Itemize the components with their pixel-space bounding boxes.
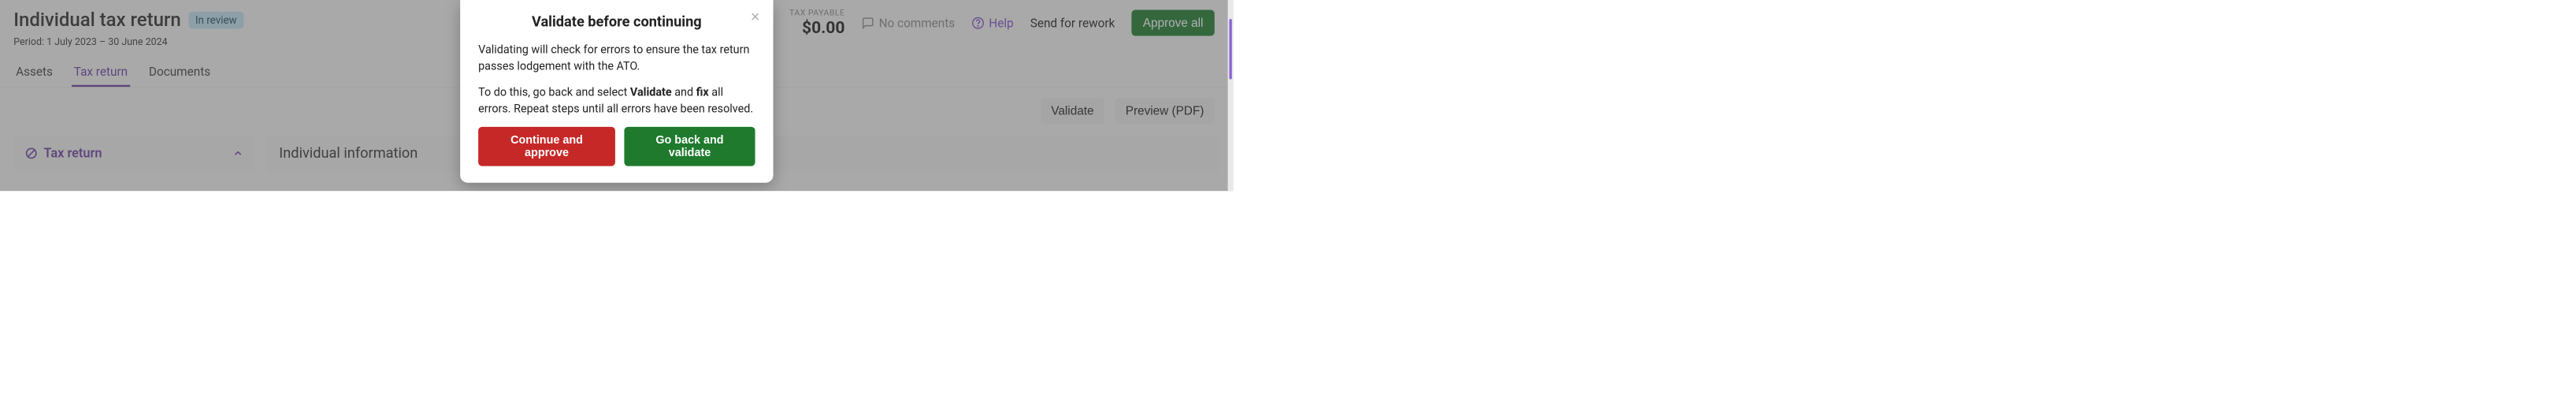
- close-icon: [750, 11, 760, 21]
- modal-close-button[interactable]: [750, 11, 760, 23]
- modal-body: Validating will check for errors to ensu…: [478, 42, 755, 117]
- modal-paragraph-2: To do this, go back and select Validate …: [478, 84, 755, 117]
- validate-modal: Validate before continuing Validating wi…: [460, 0, 773, 183]
- modal-title: Validate before continuing: [478, 13, 755, 30]
- modal-actions: Continue and approve Go back and validat…: [478, 127, 755, 166]
- modal-overlay: Validate before continuing Validating wi…: [0, 0, 1234, 191]
- app-root: Individual tax return In review Period: …: [0, 0, 1234, 191]
- go-back-and-validate-button[interactable]: Go back and validate: [624, 127, 755, 166]
- continue-and-approve-button[interactable]: Continue and approve: [478, 127, 615, 166]
- modal-paragraph-1: Validating will check for errors to ensu…: [478, 42, 755, 75]
